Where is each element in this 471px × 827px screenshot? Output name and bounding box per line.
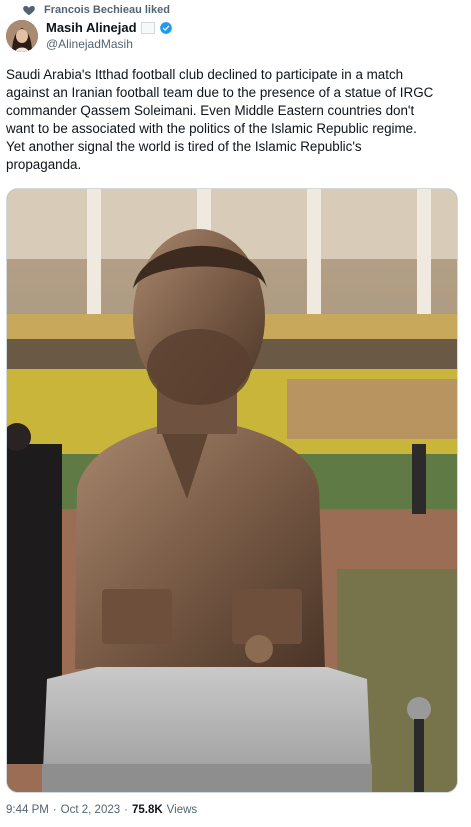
- avatar[interactable]: [6, 20, 38, 52]
- verified-badge-icon: [159, 22, 172, 34]
- views-label: Views: [166, 804, 198, 816]
- flag-icon: [140, 22, 155, 34]
- avatar-image: [6, 20, 38, 52]
- author-block[interactable]: Masih Alinejad @AlinejadMasih: [46, 20, 173, 52]
- social-context[interactable]: Francois Bechieau liked: [22, 3, 170, 17]
- heart-icon: [23, 5, 35, 16]
- social-context-label: Francois Bechieau liked: [44, 4, 170, 16]
- tweet-time[interactable]: 9:44 PM: [6, 804, 49, 816]
- meta-separator: ·: [52, 804, 57, 816]
- tweet-meta: 9:44 PM · Oct 2, 2023 · 75.8K Views: [6, 804, 197, 816]
- author-handle[interactable]: @AlinejadMasih: [46, 36, 173, 52]
- tweet-media[interactable]: [6, 188, 458, 793]
- tweet-text: Saudi Arabia's Itthad football club decl…: [6, 67, 434, 172]
- author-name[interactable]: Masih Alinejad: [46, 20, 137, 36]
- bronze-bust-photo: [7, 189, 457, 792]
- tweet-date[interactable]: Oct 2, 2023: [61, 804, 120, 816]
- views-count: 75.8K: [131, 804, 163, 816]
- meta-separator-2: ·: [124, 804, 128, 816]
